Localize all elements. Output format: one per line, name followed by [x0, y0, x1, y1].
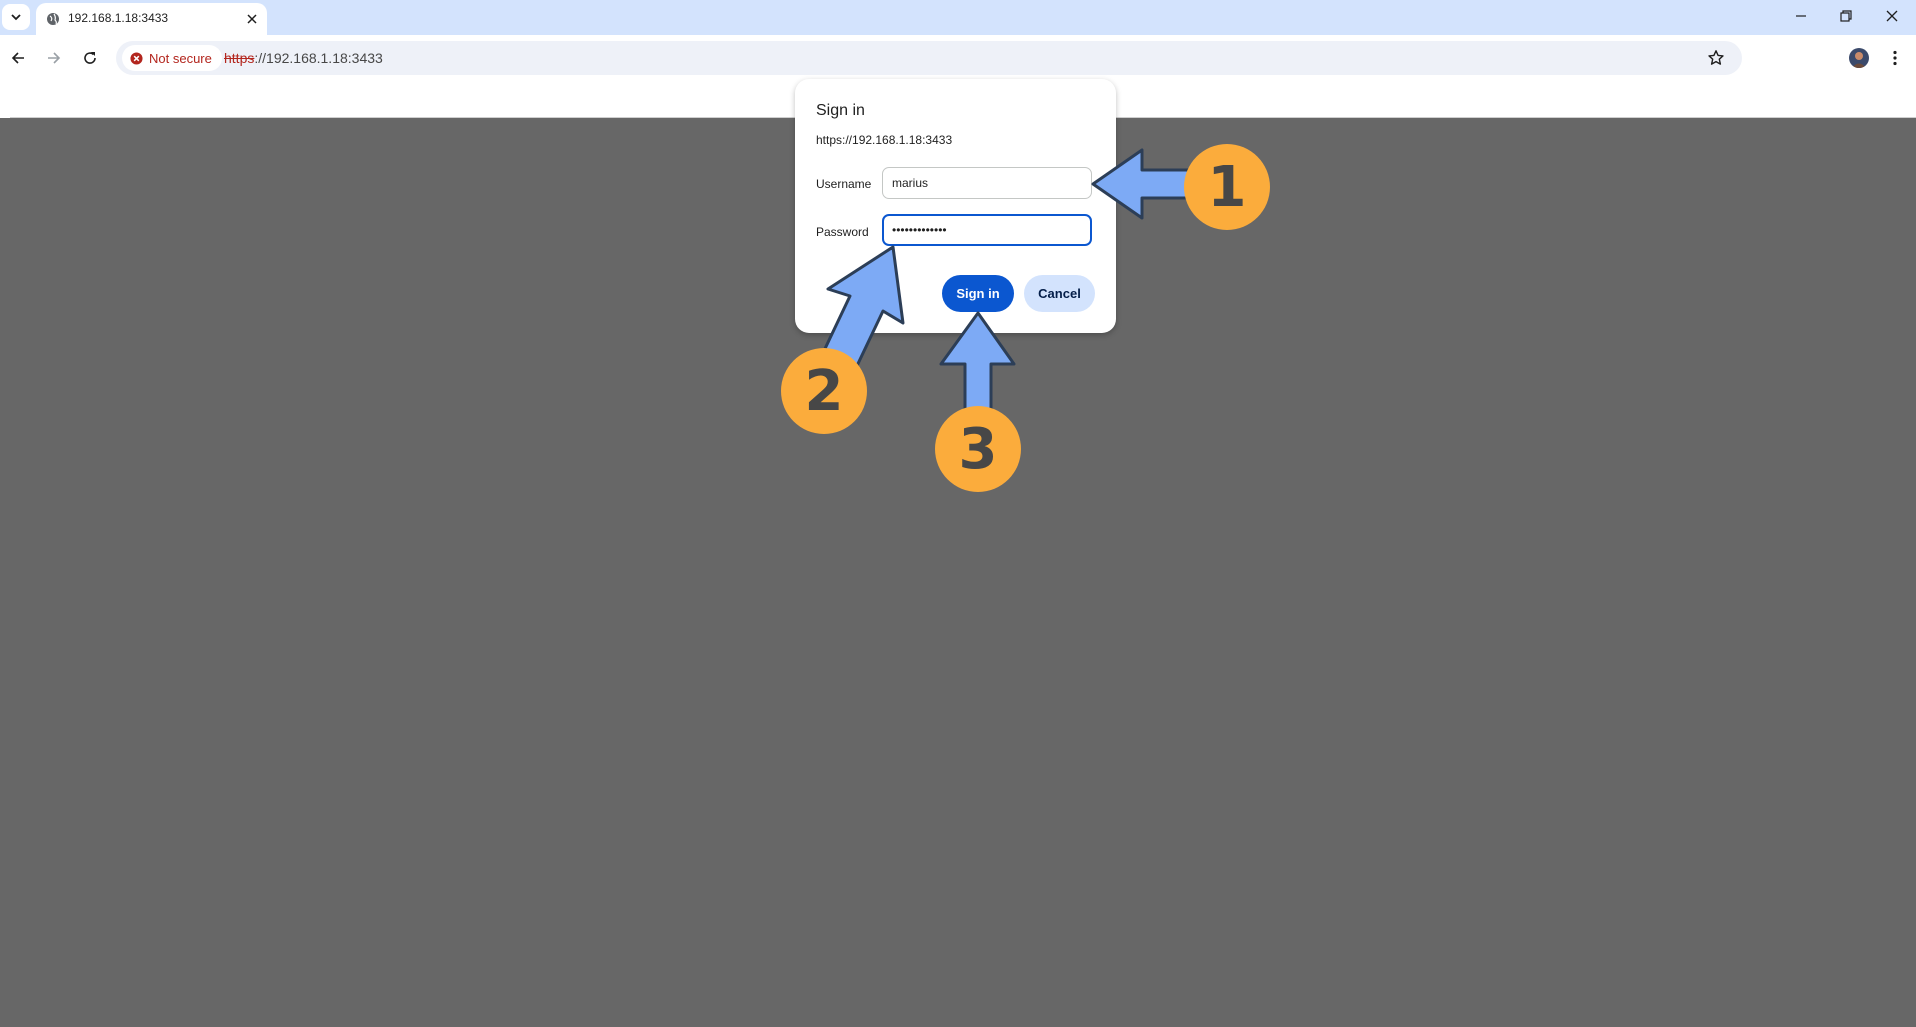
- restore-icon[interactable]: [1838, 8, 1854, 24]
- user-icon: [1852, 52, 1866, 68]
- username-input[interactable]: [882, 167, 1092, 199]
- close-tab-icon[interactable]: [245, 12, 259, 26]
- close-window-icon[interactable]: [1884, 8, 1900, 24]
- security-label: Not secure: [149, 50, 212, 66]
- bookmark-star-icon[interactable]: [1707, 49, 1725, 67]
- warning-circle-icon: [130, 51, 143, 65]
- reload-button[interactable]: [79, 47, 101, 69]
- step-badge-1: 1: [1184, 144, 1270, 230]
- password-label: Password: [816, 225, 869, 239]
- arrow-left-icon: [11, 52, 24, 64]
- url-text[interactable]: https://192.168.1.18:3433: [224, 50, 383, 66]
- browser-toolbar: Not secure https://192.168.1.18:3433: [0, 35, 1916, 81]
- address-bar[interactable]: Not secure https://192.168.1.18:3433: [116, 41, 1742, 75]
- security-indicator[interactable]: Not secure: [122, 45, 222, 71]
- username-label: Username: [816, 177, 872, 191]
- step-badge-2: 2: [781, 348, 867, 434]
- sign-in-button[interactable]: Sign in: [942, 275, 1014, 312]
- reload-icon: [84, 52, 96, 64]
- url-scheme: https: [224, 50, 255, 66]
- dialog-title: Sign in: [816, 102, 865, 119]
- chevron-down-icon: [11, 14, 21, 21]
- arrow-right-icon: [48, 52, 61, 64]
- dialog-origin: https://192.168.1.18:3433: [816, 133, 953, 147]
- tab-search-button[interactable]: [2, 4, 30, 30]
- tab-strip: 192.168.1.18:3433: [0, 0, 1916, 35]
- profile-avatar[interactable]: [1849, 48, 1869, 68]
- minimize-icon[interactable]: [1793, 8, 1809, 24]
- password-input[interactable]: [882, 214, 1092, 246]
- cancel-button[interactable]: Cancel: [1024, 275, 1095, 312]
- tab-title: 192.168.1.18:3433: [68, 11, 169, 25]
- step-badge-3: 3: [935, 406, 1021, 492]
- browser-tab[interactable]: 192.168.1.18:3433: [36, 3, 267, 35]
- forward-button[interactable]: [43, 47, 65, 69]
- sign-in-dialog: Sign in https://192.168.1.18:3433 Userna…: [795, 79, 1116, 333]
- kebab-menu-icon[interactable]: [1886, 49, 1904, 67]
- url-host: ://192.168.1.18:3433: [254, 50, 383, 66]
- globe-icon: [47, 13, 59, 25]
- back-button[interactable]: [7, 47, 29, 69]
